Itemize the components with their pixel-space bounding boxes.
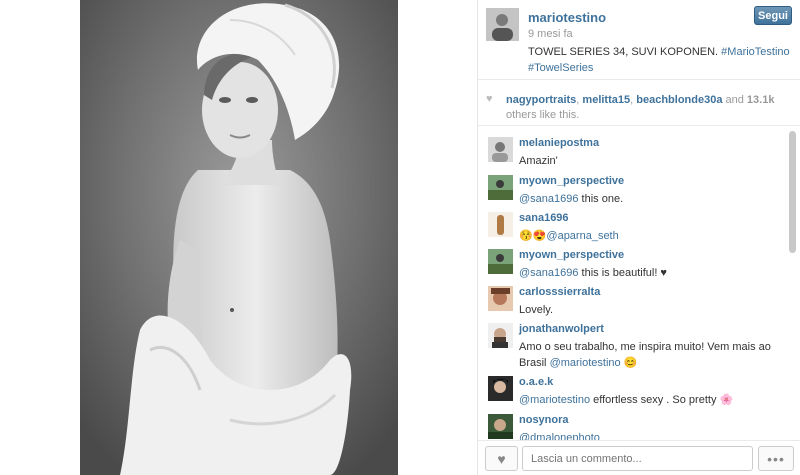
comment-username[interactable]: jonathanwolpert [519, 323, 604, 335]
comment-username[interactable]: sana1696 [519, 212, 569, 224]
commenter-avatar[interactable] [488, 376, 513, 401]
comment-mention[interactable]: @sana1696 [519, 193, 579, 205]
comment-body: Lovely. [519, 304, 554, 316]
heart-icon: ♥ [497, 450, 506, 467]
comment-text: @mariotestino effortless sexy . So prett… [519, 392, 774, 408]
commenter-avatar[interactable] [488, 323, 513, 348]
commenter-avatar-image [488, 376, 513, 401]
comment-username[interactable]: myown_perspective [519, 249, 624, 261]
comment-text: 😚😍@aparna_seth [519, 228, 774, 244]
ellipsis-icon: ••• [767, 450, 785, 467]
comment-input[interactable] [522, 446, 753, 471]
comment-body: Amazin' [519, 155, 558, 167]
caption-text: TOWEL SERIES 34, SUVI KOPONEN. [528, 46, 722, 58]
comment-footer: ♥ ••• [478, 440, 800, 475]
commenter-avatar-image [488, 137, 513, 162]
commenter-avatar[interactable] [488, 286, 513, 311]
comment-username[interactable]: nosynora [519, 414, 569, 426]
likers-suffix: others like this. [506, 109, 580, 121]
commenter-avatar-image [488, 175, 513, 200]
follow-button[interactable]: Segui [754, 6, 792, 25]
comment-text: @sana1696 this one. [519, 191, 774, 207]
author-avatar-image [486, 8, 519, 41]
author-avatar[interactable] [486, 8, 519, 41]
post-header: mariotestino 9 mesi fa TOWEL SERIES 34, … [478, 0, 800, 80]
comment-text: @sana1696 this is beautiful! ♥ [519, 265, 774, 281]
comment-emoji: 😊 [620, 357, 638, 369]
comments-list[interactable]: melaniepostma Amazin' myown_perspective … [478, 127, 800, 440]
likers-and: and [722, 94, 747, 106]
comment-mention[interactable]: @dmalonephoto [519, 432, 600, 440]
photo-illustration [80, 0, 398, 475]
instagram-post-view: mariotestino 9 mesi fa TOWEL SERIES 34, … [0, 0, 800, 475]
commenter-avatar[interactable] [488, 175, 513, 200]
likes-section: ♥ nagyportraits, melitta15, beachblonde3… [478, 80, 800, 126]
commenter-avatar[interactable] [488, 249, 513, 274]
comment-username[interactable]: carlosssierralta [519, 286, 600, 298]
commenter-avatar-image [488, 323, 513, 348]
commenter-avatar-image [488, 286, 513, 311]
commenter-avatar[interactable] [488, 137, 513, 162]
post-timestamp[interactable]: 9 mesi fa [528, 28, 573, 40]
comment-text: Amo o seu trabalho, me inspira muito! Ve… [519, 339, 774, 371]
commenter-avatar-image [488, 212, 513, 237]
commenter-avatar-image [488, 249, 513, 274]
post-details-panel: mariotestino 9 mesi fa TOWEL SERIES 34, … [478, 0, 800, 475]
hashtag-mariotestino[interactable]: #MarioTestino [721, 46, 789, 58]
comment-emoji: 😚😍 [519, 230, 547, 242]
liker-melitta15[interactable]: melitta15 [582, 94, 630, 106]
photo-area [0, 0, 478, 475]
comment-username[interactable]: myown_perspective [519, 175, 624, 187]
liker-nagyportraits[interactable]: nagyportraits [506, 94, 576, 106]
comment-mention[interactable]: @sana1696 [519, 267, 579, 279]
comment-mention[interactable]: @aparna_seth [546, 230, 618, 242]
comment-body: this is beautiful! ♥ [578, 267, 667, 279]
author-username[interactable]: mariotestino [528, 10, 606, 25]
likes-count[interactable]: 13.1k [747, 94, 775, 106]
commenter-avatar[interactable] [488, 414, 513, 439]
likers-text: nagyportraits, melitta15, beachblonde30a… [506, 93, 791, 123]
comment-mention[interactable]: @mariotestino [550, 357, 621, 369]
comment-body: effortless sexy . So pretty 🌸 [590, 394, 734, 406]
comments-scrollbar[interactable] [789, 131, 796, 253]
hashtag-towelseries[interactable]: #TowelSeries [528, 62, 593, 74]
comment-text: Lovely. [519, 302, 774, 318]
commenter-avatar-image [488, 414, 513, 439]
more-options-button[interactable]: ••• [758, 446, 794, 471]
comment-body: this one. [578, 193, 624, 205]
comment-username[interactable]: o.a.e.k [519, 376, 553, 388]
heart-icon: ♥ [486, 93, 493, 105]
commenter-avatar[interactable] [488, 212, 513, 237]
comment-text: @dmalonephoto [519, 430, 774, 440]
liker-beachblonde30a[interactable]: beachblonde30a [636, 94, 722, 106]
comment-mention[interactable]: @mariotestino [519, 394, 590, 406]
comment-username[interactable]: melaniepostma [519, 137, 599, 149]
post-caption: TOWEL SERIES 34, SUVI KOPONEN. #MarioTes… [528, 44, 793, 76]
like-button[interactable]: ♥ [485, 446, 518, 471]
comment-text: Amazin' [519, 153, 774, 169]
post-photo[interactable] [80, 0, 398, 475]
